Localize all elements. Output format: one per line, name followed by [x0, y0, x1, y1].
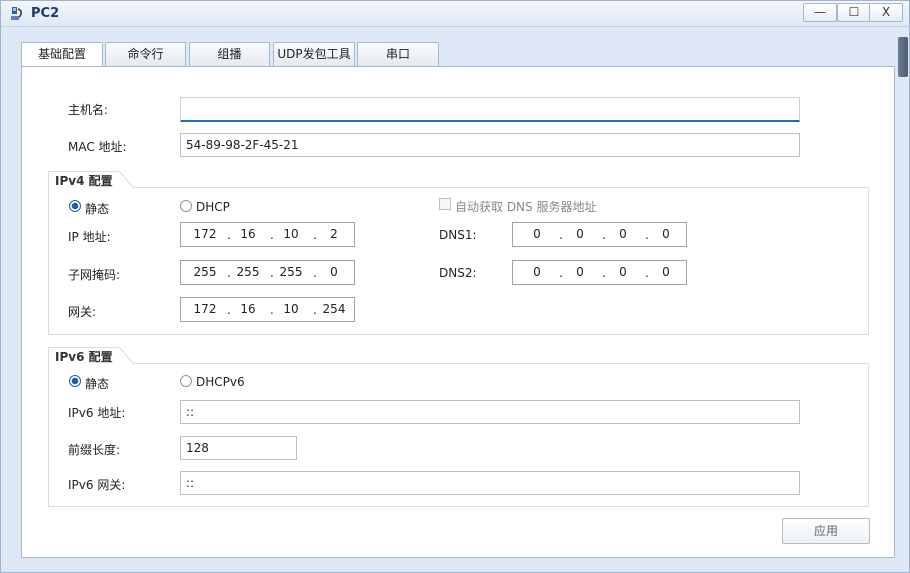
ip-octet-2[interactable]: 16	[231, 227, 265, 241]
dns2-octet-4[interactable]: 0	[649, 265, 683, 279]
ip-address-field[interactable]: 172 . 16 . 10 . 2	[180, 222, 355, 247]
tab-serial[interactable]: 串口	[357, 42, 439, 67]
subnet-mask-field[interactable]: 255 . 255 . 255 . 0	[180, 260, 355, 285]
dns2-label: DNS2:	[439, 266, 477, 280]
mac-address-field[interactable]: 54-89-98-2F-45-21	[180, 133, 800, 157]
dns2-octet-2[interactable]: 0	[563, 265, 597, 279]
prefix-length-input[interactable]: 128	[180, 436, 297, 460]
window-title: PC2	[31, 6, 60, 21]
dns2-field[interactable]: 0 . 0 . 0 . 0	[512, 260, 687, 285]
scroll-handle[interactable]	[898, 37, 908, 77]
ip-address-label: IP 地址:	[68, 230, 111, 244]
subnet-mask-label: 子网掩码:	[68, 268, 121, 282]
hostname-input[interactable]	[180, 97, 800, 122]
dns1-octet-1[interactable]: 0	[520, 227, 554, 241]
ipv6-static-label: 静态	[85, 377, 110, 391]
ipv4-static-radio[interactable]	[69, 200, 81, 212]
auto-dns-label: 自动获取 DNS 服务器地址	[455, 200, 597, 214]
pc2-window: PC2 — ☐ X 基础配置 命令行 组播 UDP发包工具 串口 主机名: MA…	[0, 0, 910, 573]
dns2-octet-1[interactable]: 0	[520, 265, 554, 279]
mask-octet-1[interactable]: 255	[188, 265, 222, 279]
hostname-label: 主机名:	[68, 103, 109, 117]
mask-octet-4[interactable]: 0	[317, 265, 351, 279]
ip-octet-3[interactable]: 10	[274, 227, 308, 241]
apply-button[interactable]: 应用	[782, 518, 870, 544]
prefix-length-label: 前缀长度:	[68, 443, 121, 457]
ipv6-dhcp-radio[interactable]	[180, 375, 192, 387]
ipv6-gateway-label: IPv6 网关:	[68, 478, 126, 492]
dns1-octet-3[interactable]: 0	[606, 227, 640, 241]
mask-octet-3[interactable]: 255	[274, 265, 308, 279]
ipv6-static-radio[interactable]	[69, 375, 81, 387]
dns1-octet-2[interactable]: 0	[563, 227, 597, 241]
ipv4-section-title: IPv4 配置	[48, 171, 119, 191]
ipv6-dhcp-label: DHCPv6	[196, 375, 245, 389]
title-bar[interactable]: PC2 — ☐ X	[1, 1, 909, 27]
mask-octet-2[interactable]: 255	[231, 265, 265, 279]
ipv4-dhcp-radio[interactable]	[180, 200, 192, 212]
close-button[interactable]: X	[869, 3, 903, 22]
ip-octet-1[interactable]: 172	[188, 227, 222, 241]
gateway-octet-3[interactable]: 10	[274, 302, 308, 316]
tab-multicast[interactable]: 组播	[189, 42, 270, 67]
mac-label: MAC 地址:	[68, 140, 127, 154]
gateway-field[interactable]: 172 . 16 . 10 . 254	[180, 297, 355, 322]
dns2-octet-3[interactable]: 0	[606, 265, 640, 279]
gateway-octet-1[interactable]: 172	[188, 302, 222, 316]
dns1-label: DNS1:	[439, 228, 477, 242]
pc-icon	[11, 7, 22, 20]
gateway-octet-4[interactable]: 254	[317, 302, 351, 316]
maximize-button[interactable]: ☐	[837, 3, 871, 22]
ipv4-static-label: 静态	[85, 202, 110, 216]
minimize-button[interactable]: —	[803, 3, 837, 22]
tab-command-line[interactable]: 命令行	[105, 42, 186, 67]
ipv6-section-title: IPv6 配置	[48, 347, 119, 367]
dns1-octet-4[interactable]: 0	[649, 227, 683, 241]
ip-octet-4[interactable]: 2	[317, 227, 351, 241]
ipv6-gateway-input[interactable]: ::	[180, 471, 800, 495]
ipv6-tab-edge	[118, 347, 134, 367]
auto-dns-checkbox[interactable]	[439, 198, 451, 210]
gateway-label: 网关:	[68, 305, 97, 319]
gateway-octet-2[interactable]: 16	[231, 302, 265, 316]
tab-udp-tool[interactable]: UDP发包工具	[273, 42, 355, 67]
ipv6-address-input[interactable]: ::	[180, 400, 800, 424]
ipv4-dhcp-label: DHCP	[196, 200, 230, 214]
ipv6-address-label: IPv6 地址:	[68, 406, 126, 420]
ipv4-tab-edge	[118, 171, 134, 191]
tab-basic-config[interactable]: 基础配置	[21, 42, 103, 68]
dns1-field[interactable]: 0 . 0 . 0 . 0	[512, 222, 687, 247]
